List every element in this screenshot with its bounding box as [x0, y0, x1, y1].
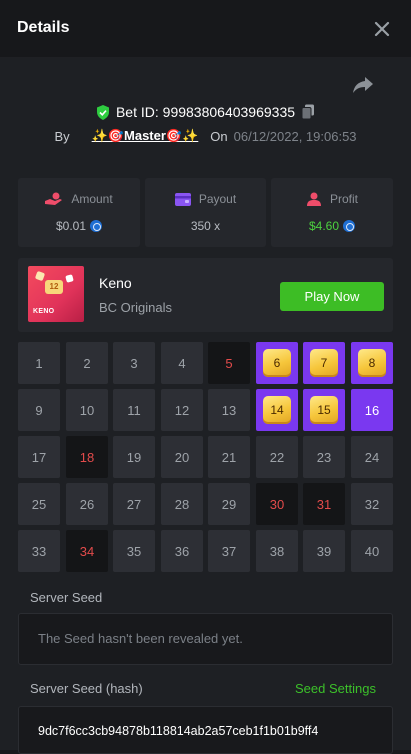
keno-cell[interactable]: 17: [18, 436, 60, 478]
stat-profit: Profit $4.60: [271, 178, 393, 247]
keno-cell[interactable]: 38: [256, 530, 298, 572]
thumbnail-label: KENO: [33, 308, 55, 315]
play-now-button[interactable]: Play Now: [280, 282, 384, 311]
keno-cell-hit[interactable]: 15: [303, 389, 345, 431]
keno-grid: 1 2 3 4 5 6 7 8 9 10 11 12 13 14 15 16 17 18 19 20 21 22 23 24 2…: [18, 342, 394, 572]
keno-cell[interactable]: 35: [113, 530, 155, 572]
stat-payout-label: Payout: [198, 192, 237, 206]
game-name: Keno: [99, 275, 132, 291]
server-seed-hash-field[interactable]: 9dc7f6cc3cb94878b118814ab2a57ceb1f1b01b9…: [18, 706, 393, 754]
keno-thumbnail[interactable]: 12 KENO: [28, 266, 84, 322]
close-icon[interactable]: [373, 20, 391, 38]
keno-gem: 15: [310, 396, 338, 424]
by-label: By: [54, 128, 70, 144]
username-link[interactable]: ✨🎯Master🎯✨: [92, 128, 199, 144]
stat-amount-value: $0.01: [55, 219, 87, 233]
keno-cell[interactable]: 21: [208, 436, 250, 478]
seed-settings-link[interactable]: Seed Settings: [295, 681, 376, 696]
keno-cell-miss[interactable]: 34: [66, 530, 108, 572]
keno-cell[interactable]: 11: [113, 389, 155, 431]
bet-author-row: By ✨🎯Master🎯✨ On 06/12/2022, 19:06:53: [0, 126, 411, 146]
ball-decor: 12: [45, 280, 63, 294]
wallet-icon: [174, 192, 191, 206]
keno-cell[interactable]: 26: [66, 483, 108, 525]
keno-cell[interactable]: 40: [351, 530, 393, 572]
keno-cell-miss[interactable]: 18: [66, 436, 108, 478]
keno-cell[interactable]: 12: [161, 389, 203, 431]
keno-cell[interactable]: 36: [161, 530, 203, 572]
keno-cell[interactable]: 9: [18, 389, 60, 431]
keno-cell-picked[interactable]: 16: [351, 389, 393, 431]
keno-cell[interactable]: 10: [66, 389, 108, 431]
coin-icon: [90, 220, 103, 232]
server-seed-hash-label: Server Seed (hash): [30, 681, 143, 696]
bet-id-row: Bet ID: 99983806403969335: [0, 102, 411, 122]
keno-cell[interactable]: 20: [161, 436, 203, 478]
keno-cell[interactable]: 33: [18, 530, 60, 572]
keno-gem: 8: [358, 349, 386, 377]
ball-decor: [65, 274, 74, 283]
coin-icon: [343, 220, 356, 232]
modal-header: Details: [0, 0, 411, 58]
keno-cell[interactable]: 27: [113, 483, 155, 525]
keno-cell[interactable]: 2: [66, 342, 108, 384]
stat-profit-value: $4.60: [308, 219, 340, 233]
shield-check-icon: [96, 104, 109, 120]
on-label: On: [210, 128, 228, 144]
keno-cell[interactable]: 13: [208, 389, 250, 431]
keno-cell[interactable]: 29: [208, 483, 250, 525]
keno-cell[interactable]: 23: [303, 436, 345, 478]
keno-cell[interactable]: 32: [351, 483, 393, 525]
copy-icon[interactable]: [301, 104, 315, 120]
share-icon[interactable]: [352, 73, 374, 95]
keno-gem: 6: [263, 349, 291, 377]
keno-cell[interactable]: 3: [113, 342, 155, 384]
keno-cell[interactable]: 24: [351, 436, 393, 478]
keno-cell[interactable]: 22: [256, 436, 298, 478]
stat-payout-value: 350 x: [190, 219, 221, 233]
keno-cell-hit[interactable]: 6: [256, 342, 298, 384]
server-seed-hash-value: 9dc7f6cc3cb94878b118814ab2a57ceb1f1b01b9…: [38, 724, 319, 738]
keno-cell[interactable]: 28: [161, 483, 203, 525]
keno-gem: 14: [263, 396, 291, 424]
keno-cell[interactable]: 25: [18, 483, 60, 525]
keno-cell[interactable]: 4: [161, 342, 203, 384]
keno-cell-hit[interactable]: 14: [256, 389, 298, 431]
stat-amount: Amount $0.01: [18, 178, 140, 247]
bet-date: 06/12/2022, 19:06:53: [233, 128, 357, 144]
modal-title: Details: [17, 19, 70, 36]
stat-amount-label: Amount: [71, 192, 113, 206]
keno-cell-hit[interactable]: 7: [303, 342, 345, 384]
keno-cell-miss[interactable]: 30: [256, 483, 298, 525]
user-profit-icon: [306, 192, 321, 206]
stat-payout: Payout 350 x: [145, 178, 266, 247]
keno-gem: 7: [310, 349, 338, 377]
game-provider: BC Originals: [99, 300, 172, 315]
ball-decor: [34, 270, 46, 282]
keno-cell[interactable]: 37: [208, 530, 250, 572]
hand-coin-icon: [45, 192, 63, 205]
server-seed-placeholder: The Seed hasn't been revealed yet.: [38, 631, 243, 646]
bet-id: Bet ID: 99983806403969335: [115, 104, 296, 120]
server-seed-label: Server Seed: [30, 590, 103, 605]
keno-cell-miss[interactable]: 31: [303, 483, 345, 525]
server-seed-field[interactable]: The Seed hasn't been revealed yet.: [18, 613, 393, 665]
keno-cell-miss[interactable]: 5: [208, 342, 250, 384]
stat-profit-label: Profit: [329, 192, 358, 206]
keno-cell[interactable]: 1: [18, 342, 60, 384]
keno-cell-hit[interactable]: 8: [351, 342, 393, 384]
keno-cell[interactable]: 19: [113, 436, 155, 478]
keno-cell[interactable]: 39: [303, 530, 345, 572]
